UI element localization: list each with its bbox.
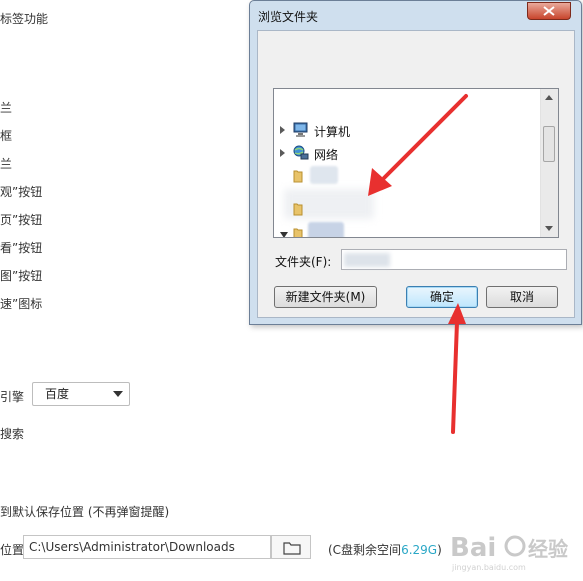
redacted-label (310, 166, 338, 184)
setting-label-box: 框 (0, 129, 13, 143)
folder-name-input[interactable] (341, 249, 567, 270)
save-location-label: 位置 (0, 543, 25, 557)
chevron-down-icon (113, 391, 123, 397)
computer-icon (293, 122, 308, 137)
setting-label-look-button: 看”按钮 (0, 241, 43, 255)
cancel-button[interactable]: 取消 (486, 286, 558, 308)
folder-icon (293, 203, 303, 216)
save-path-input[interactable]: C:\Users\Administrator\Downloads (23, 535, 271, 559)
browse-folder-dialog: 浏览文件夹 计算机 网络 文件夹(F): 新建文件夹(M) 确定 取消 (249, 0, 582, 325)
scroll-thumb[interactable] (543, 126, 555, 162)
search-label: 搜索 (0, 427, 25, 441)
baidu-watermark-logo: Bai 经验 jingyan.baidu.com (450, 533, 568, 572)
search-engine-value: 百度 (45, 387, 70, 401)
search-engine-select[interactable]: 百度 (32, 382, 130, 406)
redacted-value (344, 253, 390, 267)
setting-label-image-button: 图”按钮 (0, 269, 43, 283)
setting-label-view-button: 观”按钮 (0, 185, 43, 199)
scroll-down-icon[interactable] (545, 226, 553, 231)
tree-item-blurred-1[interactable] (274, 166, 542, 186)
tree-scrollbar[interactable] (540, 89, 558, 237)
free-space-value: 6.29G (401, 543, 438, 557)
network-icon (293, 145, 309, 160)
dialog-body: 计算机 网络 文件夹(F): 新建文件夹(M) 确定 取消 (257, 30, 575, 318)
svg-text:jingyan.baidu.com: jingyan.baidu.com (451, 563, 526, 572)
free-space-suffix: ) (437, 543, 442, 557)
setting-label-speed-icon: 速”图标 (0, 297, 43, 311)
search-engine-label: 引擎 (0, 390, 25, 404)
folder-tree[interactable]: 计算机 网络 (273, 88, 559, 238)
svg-text:Bai: Bai (450, 533, 496, 563)
dialog-close-button[interactable] (527, 2, 571, 20)
setting-label-bar: 兰 (0, 101, 13, 115)
close-icon (543, 6, 555, 16)
setting-label-bar-2: 兰 (0, 157, 13, 171)
setting-label-tab-features: 标签功能 (0, 12, 49, 26)
tree-item-label: 网络 (314, 148, 339, 162)
svg-text:经验: 经验 (528, 537, 568, 561)
redacted-label (308, 222, 344, 237)
new-folder-button[interactable]: 新建文件夹(M) (274, 286, 377, 308)
default-save-option-text: 到默认保存位置 (不再弹窗提醒) (0, 505, 170, 519)
expand-icon[interactable] (280, 149, 285, 157)
folder-label: 文件夹(F): (275, 255, 332, 269)
tree-item-label: 计算机 (314, 125, 351, 139)
browse-folder-button[interactable] (271, 535, 311, 559)
tree-item-blurred-2[interactable] (274, 199, 542, 219)
folder-icon (283, 542, 301, 555)
setting-label-page-button: 页”按钮 (0, 213, 43, 227)
scroll-up-icon[interactable] (545, 95, 553, 100)
tree-item-computer[interactable]: 计算机 (274, 120, 542, 140)
collapse-icon[interactable] (280, 232, 288, 237)
folder-icon (293, 170, 303, 183)
ok-button[interactable]: 确定 (406, 286, 478, 308)
tree-item-network[interactable]: 网络 (274, 143, 542, 163)
dialog-title: 浏览文件夹 (258, 10, 319, 24)
tree-item-selected[interactable] (274, 222, 542, 237)
free-space-prefix: (C盘剩余空间 (328, 543, 402, 557)
free-space-text: (C盘剩余空间6.29G) (328, 541, 442, 558)
expand-icon[interactable] (280, 126, 285, 134)
